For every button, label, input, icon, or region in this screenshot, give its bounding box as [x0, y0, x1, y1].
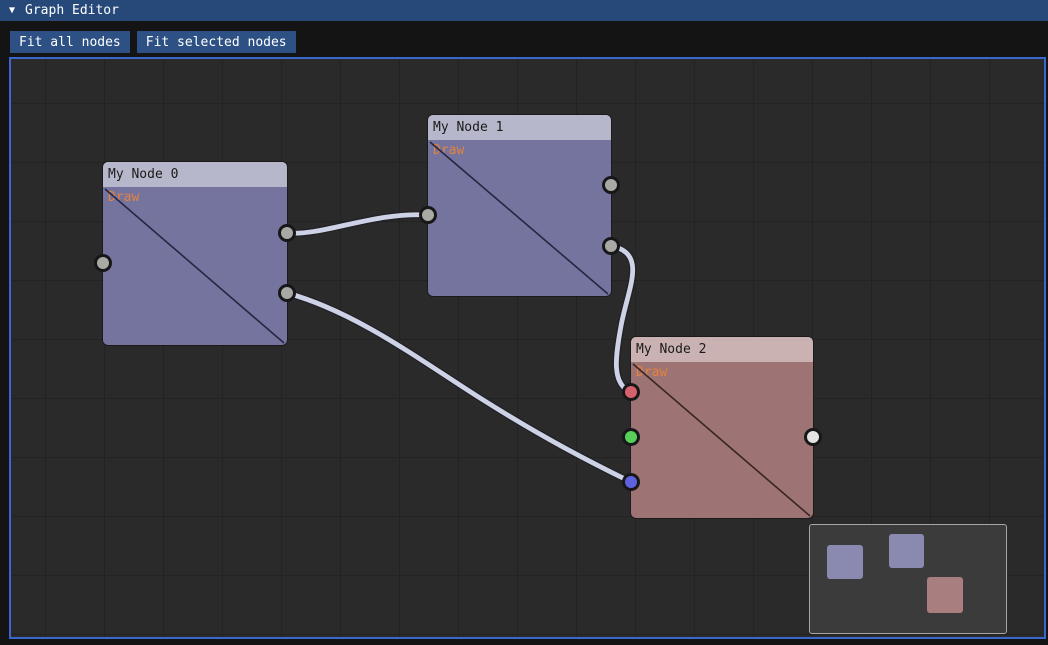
node-draw-label: Draw	[108, 190, 139, 205]
node-my-node-0[interactable]: My Node 0 Draw	[103, 162, 287, 345]
pin-my-node-0-output-1[interactable]	[278, 284, 296, 302]
node-my-node-2[interactable]: My Node 2 Draw	[631, 337, 813, 518]
toolbar: Fit all nodes Fit selected nodes	[10, 31, 296, 53]
minimap-node	[889, 534, 924, 568]
node-header[interactable]: My Node 0	[103, 162, 287, 187]
app-window: { "window": { "title": "Graph Editor", "…	[0, 0, 1048, 645]
node-my-node-1[interactable]: My Node 1 Draw	[428, 115, 611, 296]
window-title: Graph Editor	[25, 3, 119, 18]
minimap[interactable]	[809, 524, 1007, 634]
pin-my-node-1-output-0[interactable]	[602, 176, 620, 194]
node-draw-label: Draw	[433, 143, 464, 158]
minimap-node	[827, 545, 863, 579]
pin-my-node-0-output-0[interactable]	[278, 224, 296, 242]
pin-my-node-2-output[interactable]	[804, 428, 822, 446]
pin-my-node-1-output-1[interactable]	[602, 237, 620, 255]
pin-my-node-2-input-blue[interactable]	[622, 473, 640, 491]
fit-all-nodes-button[interactable]: Fit all nodes	[10, 31, 130, 53]
window-titlebar[interactable]: ▼ Graph Editor	[0, 0, 1048, 21]
node-draw-label: Draw	[636, 365, 667, 380]
node-header[interactable]: My Node 1	[428, 115, 611, 140]
pin-my-node-1-input[interactable]	[419, 206, 437, 224]
node-header[interactable]: My Node 2	[631, 337, 813, 362]
pin-my-node-2-input-green[interactable]	[622, 428, 640, 446]
minimap-node	[927, 577, 963, 613]
pin-my-node-0-input[interactable]	[94, 254, 112, 272]
pin-my-node-2-input-red[interactable]	[622, 383, 640, 401]
fit-selected-nodes-button[interactable]: Fit selected nodes	[137, 31, 296, 53]
collapse-arrow-icon: ▼	[9, 6, 15, 16]
